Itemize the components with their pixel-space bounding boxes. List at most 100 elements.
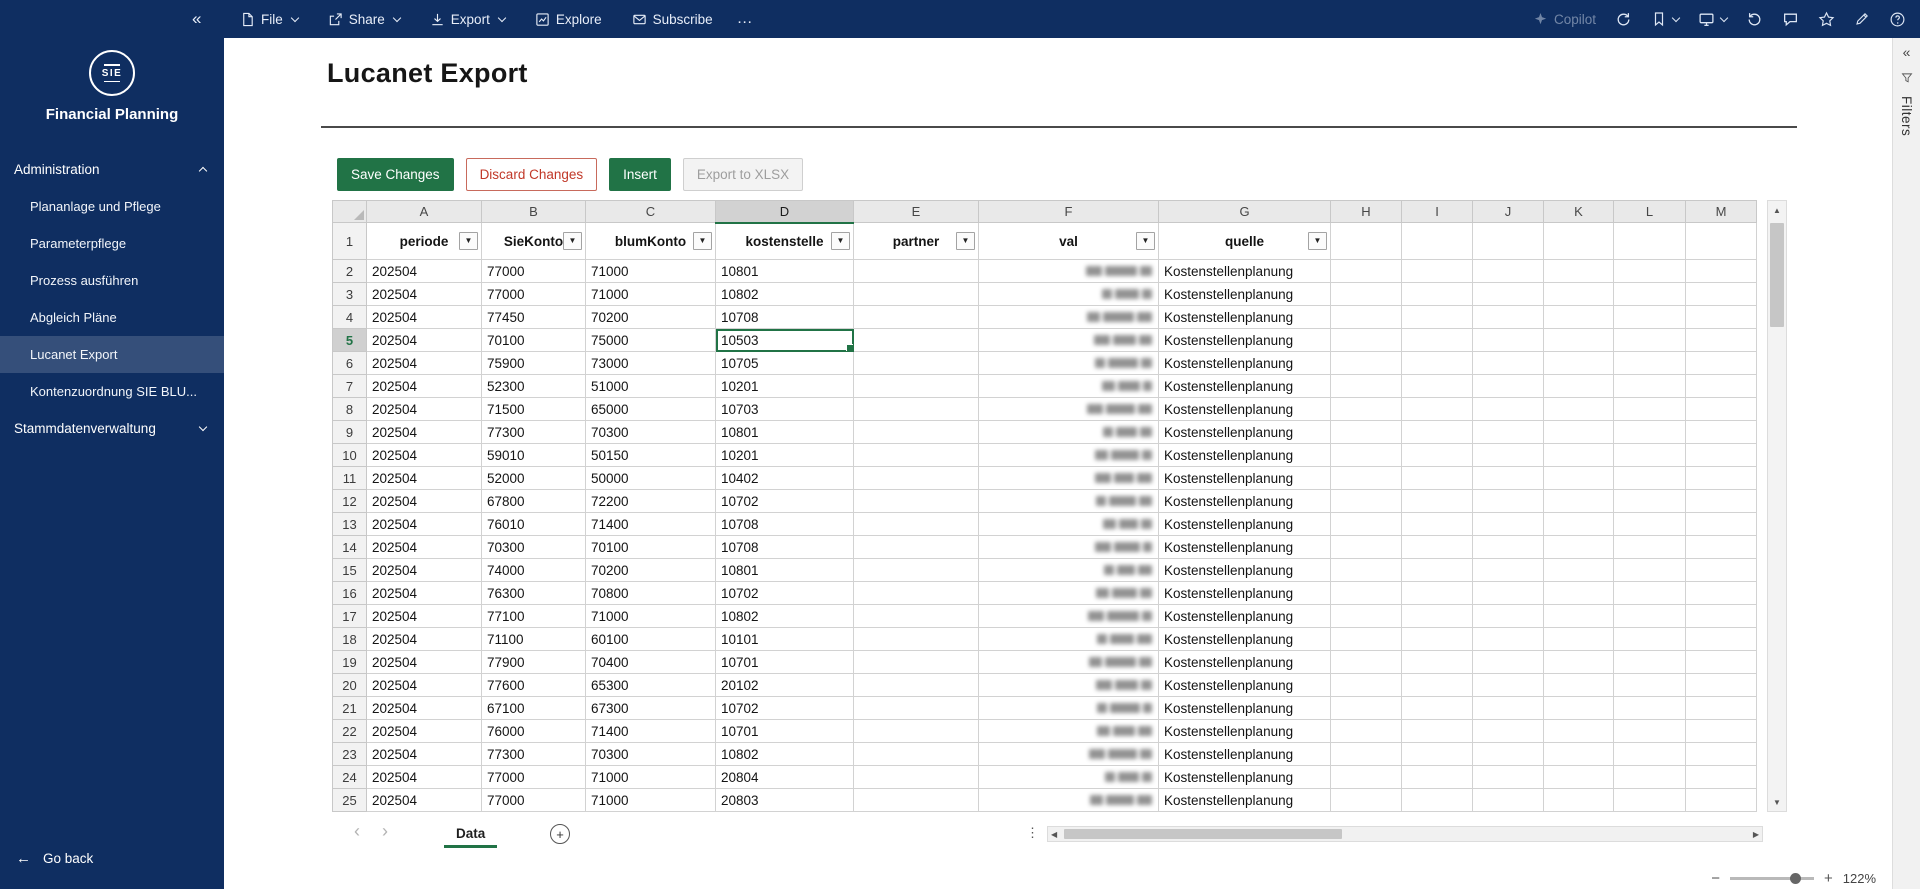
cell-D14[interactable]: 10708: [716, 536, 854, 559]
cell-E15[interactable]: [854, 559, 979, 582]
cell-D12[interactable]: 10702: [716, 490, 854, 513]
cell-K25[interactable]: [1544, 789, 1614, 812]
cell-G6[interactable]: Kostenstellenplanung: [1159, 352, 1331, 375]
cell-I24[interactable]: [1402, 766, 1473, 789]
cell-G1[interactable]: quelle▼: [1159, 223, 1331, 260]
cell-B6[interactable]: 75900: [482, 352, 586, 375]
row-header-7[interactable]: 7: [333, 375, 367, 398]
cell-B16[interactable]: 76300: [482, 582, 586, 605]
cell-J21[interactable]: [1473, 697, 1544, 720]
cell-M5[interactable]: [1686, 329, 1757, 352]
row-header-2[interactable]: 2: [333, 260, 367, 283]
cell-J5[interactable]: [1473, 329, 1544, 352]
cell-J13[interactable]: [1473, 513, 1544, 536]
cell-B19[interactable]: 77900: [482, 651, 586, 674]
cell-E13[interactable]: [854, 513, 979, 536]
cell-K10[interactable]: [1544, 444, 1614, 467]
cell-L19[interactable]: [1614, 651, 1686, 674]
scroll-down-button[interactable]: ▼: [1768, 793, 1786, 811]
cell-I22[interactable]: [1402, 720, 1473, 743]
cell-M15[interactable]: [1686, 559, 1757, 582]
cell-G18[interactable]: Kostenstellenplanung: [1159, 628, 1331, 651]
cell-A5[interactable]: 202504: [367, 329, 482, 352]
cell-B5[interactable]: 70100: [482, 329, 586, 352]
cell-J11[interactable]: [1473, 467, 1544, 490]
cell-F12[interactable]: [979, 490, 1159, 513]
filter-quelle-button[interactable]: ▼: [1308, 232, 1327, 250]
cell-H21[interactable]: [1331, 697, 1402, 720]
cell-K20[interactable]: [1544, 674, 1614, 697]
cell-G21[interactable]: Kostenstellenplanung: [1159, 697, 1331, 720]
cell-K2[interactable]: [1544, 260, 1614, 283]
cell-G14[interactable]: Kostenstellenplanung: [1159, 536, 1331, 559]
cell-B14[interactable]: 70300: [482, 536, 586, 559]
cell-M7[interactable]: [1686, 375, 1757, 398]
scroll-left-button[interactable]: ◀: [1051, 830, 1057, 839]
cell-K3[interactable]: [1544, 283, 1614, 306]
cell-B2[interactable]: 77000: [482, 260, 586, 283]
cell-L18[interactable]: [1614, 628, 1686, 651]
cell-I15[interactable]: [1402, 559, 1473, 582]
cell-B1[interactable]: SieKonto▼: [482, 223, 586, 260]
cell-F22[interactable]: [979, 720, 1159, 743]
column-header-K[interactable]: K: [1544, 201, 1614, 223]
cell-D7[interactable]: 10201: [716, 375, 854, 398]
cell-B22[interactable]: 76000: [482, 720, 586, 743]
cell-M2[interactable]: [1686, 260, 1757, 283]
row-header-16[interactable]: 16: [333, 582, 367, 605]
copilot-button[interactable]: Copilot: [1533, 12, 1596, 27]
edit-icon[interactable]: [1854, 11, 1870, 27]
cell-I23[interactable]: [1402, 743, 1473, 766]
cell-L21[interactable]: [1614, 697, 1686, 720]
cell-G20[interactable]: Kostenstellenplanung: [1159, 674, 1331, 697]
cell-M23[interactable]: [1686, 743, 1757, 766]
cell-F9[interactable]: [979, 421, 1159, 444]
cell-D25[interactable]: 20803: [716, 789, 854, 812]
cell-C13[interactable]: 71400: [586, 513, 716, 536]
sidebar-item-prozess-ausf-hren[interactable]: Prozess ausführen: [0, 262, 224, 299]
cell-G11[interactable]: Kostenstellenplanung: [1159, 467, 1331, 490]
row-header-20[interactable]: 20: [333, 674, 367, 697]
cell-A17[interactable]: 202504: [367, 605, 482, 628]
cell-M11[interactable]: [1686, 467, 1757, 490]
cell-I21[interactable]: [1402, 697, 1473, 720]
cell-C21[interactable]: 67300: [586, 697, 716, 720]
cell-C3[interactable]: 71000: [586, 283, 716, 306]
cell-C24[interactable]: 71000: [586, 766, 716, 789]
filters-pane-expand-button[interactable]: «: [1903, 44, 1911, 60]
cell-E8[interactable]: [854, 398, 979, 421]
add-sheet-button[interactable]: +: [550, 824, 570, 844]
cell-D18[interactable]: 10101: [716, 628, 854, 651]
cell-J2[interactable]: [1473, 260, 1544, 283]
cell-M25[interactable]: [1686, 789, 1757, 812]
help-icon[interactable]: [1889, 11, 1906, 28]
cell-M18[interactable]: [1686, 628, 1757, 651]
cell-K16[interactable]: [1544, 582, 1614, 605]
zoom-slider-thumb[interactable]: [1790, 873, 1801, 884]
cell-C12[interactable]: 72200: [586, 490, 716, 513]
row-header-9[interactable]: 9: [333, 421, 367, 444]
cell-B23[interactable]: 77300: [482, 743, 586, 766]
cell-L24[interactable]: [1614, 766, 1686, 789]
scroll-up-button[interactable]: ▲: [1768, 201, 1786, 219]
cell-C25[interactable]: 71000: [586, 789, 716, 812]
cell-J8[interactable]: [1473, 398, 1544, 421]
cell-G24[interactable]: Kostenstellenplanung: [1159, 766, 1331, 789]
cell-J3[interactable]: [1473, 283, 1544, 306]
cell-K19[interactable]: [1544, 651, 1614, 674]
cell-L8[interactable]: [1614, 398, 1686, 421]
cell-L20[interactable]: [1614, 674, 1686, 697]
row-header-19[interactable]: 19: [333, 651, 367, 674]
cell-B12[interactable]: 67800: [482, 490, 586, 513]
cell-H9[interactable]: [1331, 421, 1402, 444]
column-header-L[interactable]: L: [1614, 201, 1686, 223]
menu-export[interactable]: Export: [430, 12, 505, 27]
row-header-24[interactable]: 24: [333, 766, 367, 789]
cell-J9[interactable]: [1473, 421, 1544, 444]
menu-file[interactable]: File: [240, 12, 298, 27]
row-header-3[interactable]: 3: [333, 283, 367, 306]
cell-F10[interactable]: [979, 444, 1159, 467]
cell-K24[interactable]: [1544, 766, 1614, 789]
cell-H10[interactable]: [1331, 444, 1402, 467]
cell-B18[interactable]: 71100: [482, 628, 586, 651]
